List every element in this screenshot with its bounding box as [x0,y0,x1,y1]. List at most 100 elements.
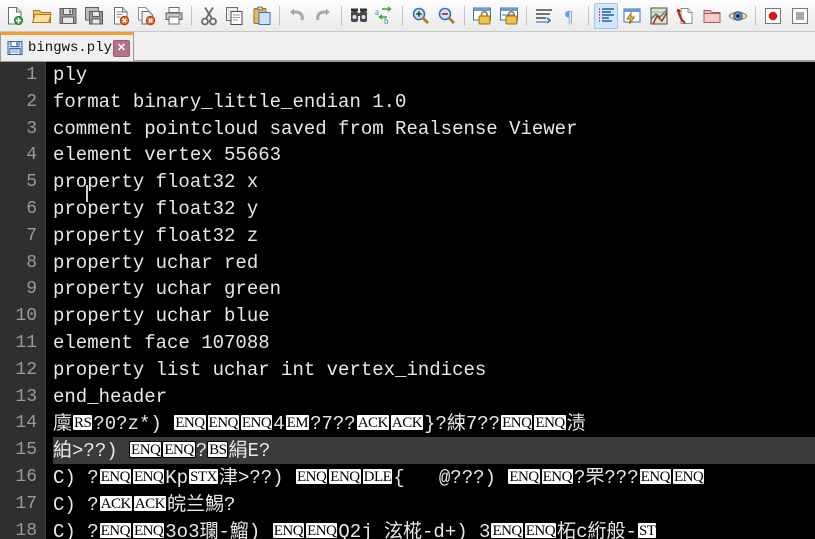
folder-workspace-icon[interactable] [699,3,723,29]
control-char-token: ENQ [328,467,362,485]
code-line[interactable]: property float32 y [53,196,815,223]
indent-guide-icon[interactable] [593,2,619,29]
control-char-token: ENQ [540,467,574,485]
close-file-icon[interactable] [109,3,133,29]
cjk-text-token: 廩 [53,412,73,435]
tab-close-button[interactable]: ✕ [113,39,131,57]
code-line[interactable]: format binary_little_endian 1.0 [53,89,815,116]
line-number: 10 [15,306,37,327]
code-line[interactable]: C) ? ACK ACK 皖兰鯣? [53,491,815,518]
text-token: format binary_little_endian 1.0 [53,90,407,113]
monitoring-icon[interactable] [726,3,750,29]
text-token: property float32 y [53,197,259,220]
code-line[interactable]: 絈>??) ENQ ENQ? BS 絹E? [53,437,815,464]
text-token: ) [248,520,272,539]
code-line[interactable]: end_header [53,384,815,411]
notepadpp-window: a b ¶ bingws.ply ✕ 1 2 3 4 5 6 7 8 9 10 … [0,0,815,539]
function-list-icon[interactable] [673,3,697,29]
code-line[interactable]: property float32 z [53,223,815,250]
text-token: element vertex 55663 [53,144,282,167]
macro-stop-icon[interactable] [788,3,812,29]
code-line[interactable]: property uchar red [53,250,815,277]
text-token: property uchar blue [53,305,270,328]
control-char-token: ENQ [671,467,706,485]
code-line[interactable]: property uchar blue [53,303,815,330]
toolbar-separator [755,5,757,26]
copy-icon[interactable] [223,3,247,29]
cut-icon[interactable] [197,3,221,29]
zoom-out-icon[interactable] [435,3,459,29]
open-file-icon[interactable] [29,3,53,29]
code-line[interactable]: element vertex 55663 [53,142,815,169]
code-line[interactable]: property list uchar int vertex_indices [53,357,815,384]
code-line[interactable]: element face 107088 [53,330,815,357]
text-token: property float32 z [53,224,259,247]
line-number: 12 [15,359,37,380]
paste-icon[interactable] [250,3,274,29]
line-number: 1 [26,65,37,85]
text-token: C) ? [53,466,99,489]
line-number: 7 [26,225,37,246]
zoom-in-icon[interactable] [408,3,432,29]
document-map-icon[interactable] [647,3,671,29]
control-char-token: ACK [132,494,167,512]
macro-record-icon[interactable] [761,3,785,29]
code-text-area[interactable]: ply format binary_little_endian 1.0 commen… [46,62,815,539]
cjk-text-token: 絎般 [587,519,626,539]
find-icon[interactable] [347,3,371,29]
code-line[interactable]: C) ? ENQ ENQ 3o3瓓-鰡) ENQ ENQ Q2j 泫椛-d+) 3 ENQ E… [53,518,815,539]
control-char-token: ENQ [129,441,163,459]
control-char-token: ENQ [507,467,541,485]
control-char-token: ENQ [173,414,207,432]
new-file-icon[interactable] [3,3,27,29]
control-char-token: ENQ [98,521,132,539]
control-char-token: ENQ [523,521,558,539]
cjk-text-token: 鰡 [229,519,249,539]
text-token: - [218,520,230,539]
cjk-text-token: 柘 [557,519,577,539]
tab-bingws-ply[interactable]: bingws.ply ✕ [0,32,135,61]
control-char-token: ENQ [239,414,274,432]
show-all-chars-icon[interactable]: ¶ [558,3,582,29]
text-token: Q2j [338,520,384,539]
sync-vertical-scroll-icon[interactable] [470,3,494,29]
user-defined-dialog-icon[interactable] [620,3,644,29]
text-token: 3o3 [165,520,200,539]
control-char-token: ENQ [271,521,306,539]
print-icon[interactable] [161,3,185,29]
control-char-token: ENQ [490,521,524,539]
control-char-token: ENQ [638,467,672,485]
save-all-icon[interactable] [82,3,106,29]
code-line[interactable]: C) ? ENQ ENQ Kp STX 津>??) ENQ ENQ DLE{ @???) EN… [53,464,815,491]
sync-horizontal-scroll-icon[interactable] [497,3,521,29]
control-char-token: ENQ [294,467,329,485]
replace-icon[interactable]: a b [373,3,397,29]
code-line[interactable]: property uchar green [53,276,815,303]
control-char-token: ENQ [533,414,567,432]
svg-text:¶: ¶ [565,7,573,26]
word-wrap-icon[interactable] [532,3,556,29]
line-number: 15 [15,440,37,461]
toolbar-separator [464,5,466,26]
toolbar-separator [526,5,528,26]
line-number: 17 [15,493,37,514]
control-char-token: DLE [361,467,394,485]
code-line[interactable]: property float32 x [53,169,815,196]
save-icon[interactable] [56,3,80,29]
control-char-token: ENQ [131,521,166,539]
cjk-text-token: 瓓 [199,519,219,539]
text-token: >??) [237,466,295,489]
code-line[interactable]: ply [53,62,815,89]
cjk-text-token: 渍 [566,412,586,435]
text-token: ? [195,440,208,463]
undo-icon[interactable] [285,3,309,29]
control-char-token: ENQ [206,414,240,432]
code-line[interactable]: 廩 RS ?0?z*) ENQ ENQ ENQ 4 EM ?7?? ACK ACK}?綀7?? EN… [53,410,815,437]
editor-area[interactable]: 1 2 3 4 5 6 7 8 9 10 11 12 13 14 15 16 17 18 ply format bi… [0,62,815,539]
toolbar-separator [402,5,404,26]
cjk-text-token: 泫椛 [384,519,423,539]
code-line[interactable]: comment pointcloud saved from Realsense … [53,116,815,143]
tab-label: bingws.ply [28,40,113,56]
close-all-icon[interactable] [135,3,159,29]
redo-icon[interactable] [311,3,335,29]
